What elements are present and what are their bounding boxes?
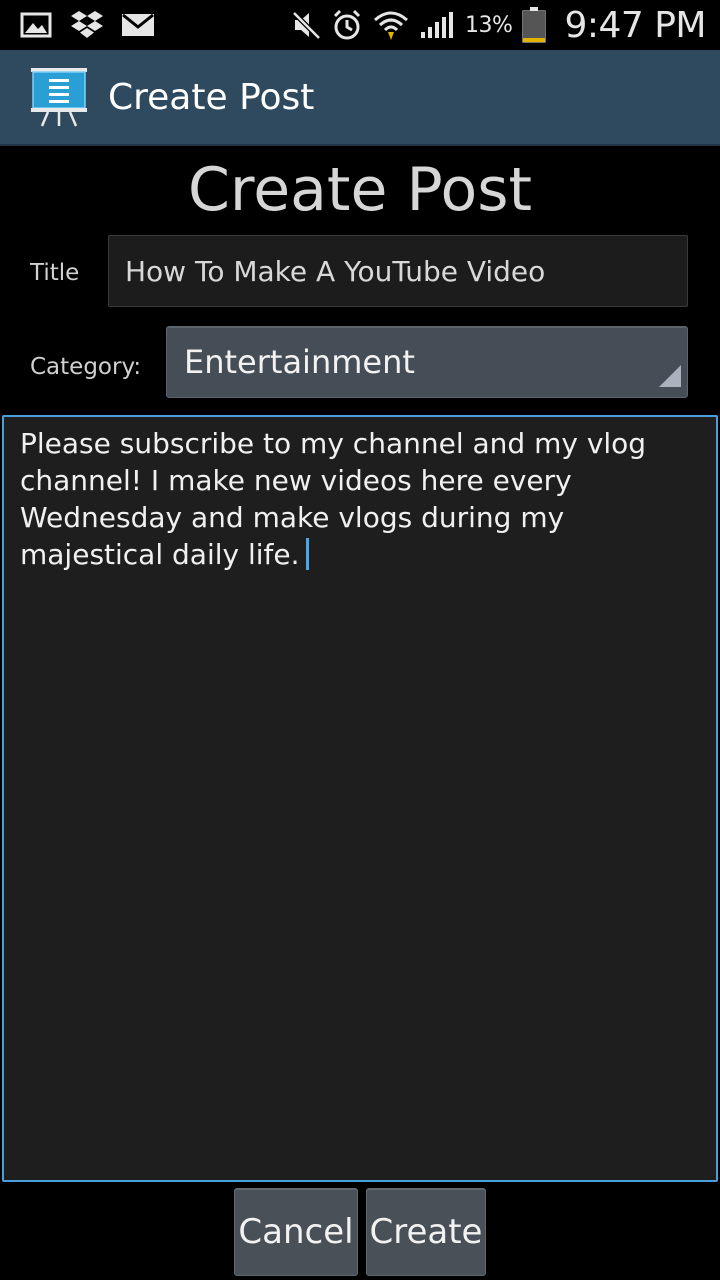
cancel-button[interactable]: Cancel: [234, 1188, 358, 1276]
screen: 13% 9:47 PM Create Post Create Post Titl…: [0, 0, 720, 1280]
dropbox-icon: [70, 10, 104, 40]
alarm-icon: [331, 9, 363, 41]
category-label: Category:: [30, 354, 142, 380]
category-selected-value: Entertainment: [184, 343, 415, 381]
presentation-board-icon[interactable]: [28, 66, 90, 128]
dropdown-corner-icon: [659, 365, 681, 391]
post-body-text: Please subscribe to my channel and my vl…: [20, 427, 655, 571]
clock: 9:47 PM: [564, 4, 706, 46]
battery-icon: [522, 7, 546, 43]
category-dropdown[interactable]: Entertainment: [166, 326, 688, 398]
title-label: Title: [30, 260, 80, 286]
wifi-icon: [373, 8, 409, 42]
gallery-icon: [20, 12, 52, 38]
battery-percent: 13%: [465, 12, 513, 38]
action-bar: Create Post: [0, 50, 720, 146]
title-input[interactable]: [108, 235, 688, 307]
signal-icon: [419, 10, 455, 40]
status-bar: 13% 9:47 PM: [0, 0, 720, 50]
page-title: Create Post: [188, 155, 532, 225]
mute-icon: [291, 10, 321, 40]
text-cursor: [305, 538, 309, 570]
notification-icons: [20, 10, 154, 40]
action-bar-title: Create Post: [108, 76, 315, 118]
system-icons: 13% 9:47 PM: [291, 5, 706, 46]
post-body-textarea[interactable]: Please subscribe to my channel and my vl…: [2, 415, 718, 1182]
create-button[interactable]: Create: [366, 1188, 486, 1276]
mail-icon: [122, 14, 154, 36]
